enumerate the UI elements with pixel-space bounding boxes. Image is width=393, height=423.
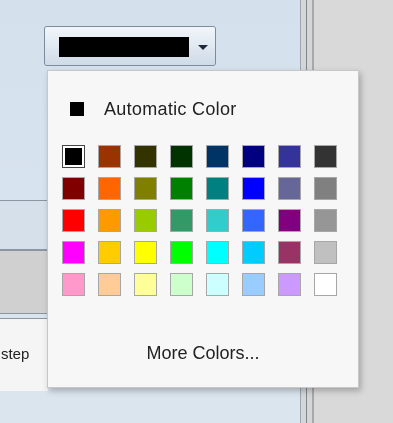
color-swatch[interactable] [134,177,157,200]
color-swatch[interactable] [134,273,157,296]
dialog-row [0,250,48,314]
color-swatch[interactable] [134,241,157,264]
color-swatch[interactable] [98,145,121,168]
color-swatch[interactable] [314,241,337,264]
step-label: step [1,346,30,363]
color-swatch[interactable] [170,209,193,232]
color-swatch[interactable] [314,273,337,296]
current-color-swatch [59,37,189,57]
automatic-color-swatch [70,102,84,116]
color-swatch[interactable] [98,273,121,296]
color-swatch[interactable] [242,209,265,232]
color-swatch[interactable] [206,145,229,168]
color-swatch[interactable] [170,177,193,200]
color-swatch[interactable] [170,241,193,264]
automatic-color-option[interactable]: Automatic Color [70,97,237,121]
color-swatch[interactable] [242,273,265,296]
color-swatch[interactable] [314,177,337,200]
dialog-row [0,200,48,250]
color-swatch[interactable] [62,177,85,200]
color-swatch[interactable] [98,177,121,200]
color-swatch[interactable] [242,177,265,200]
color-swatch[interactable] [278,145,301,168]
color-swatch[interactable] [134,209,157,232]
color-swatch[interactable] [206,273,229,296]
color-swatch[interactable] [134,145,157,168]
color-swatch[interactable] [314,209,337,232]
automatic-color-label: Automatic Color [104,98,237,119]
color-swatch[interactable] [206,209,229,232]
color-swatch[interactable] [62,241,85,264]
font-color-dropdown-button[interactable] [44,26,216,66]
color-swatch[interactable] [62,145,85,168]
color-swatch[interactable] [314,145,337,168]
color-swatch[interactable] [62,273,85,296]
color-swatch[interactable] [170,145,193,168]
color-swatch[interactable] [98,209,121,232]
color-swatch[interactable] [242,241,265,264]
color-swatch[interactable] [170,273,193,296]
color-swatch[interactable] [206,177,229,200]
color-swatch[interactable] [278,177,301,200]
color-picker-popup: Automatic Color More Colors... [47,70,359,388]
color-swatch[interactable] [278,273,301,296]
color-swatch[interactable] [278,241,301,264]
color-swatch[interactable] [62,209,85,232]
more-colors-button[interactable]: More Colors... [48,343,358,364]
color-swatch[interactable] [98,241,121,264]
color-swatch[interactable] [278,209,301,232]
chevron-down-icon[interactable] [195,39,211,55]
color-swatch[interactable] [206,241,229,264]
color-swatch[interactable] [242,145,265,168]
